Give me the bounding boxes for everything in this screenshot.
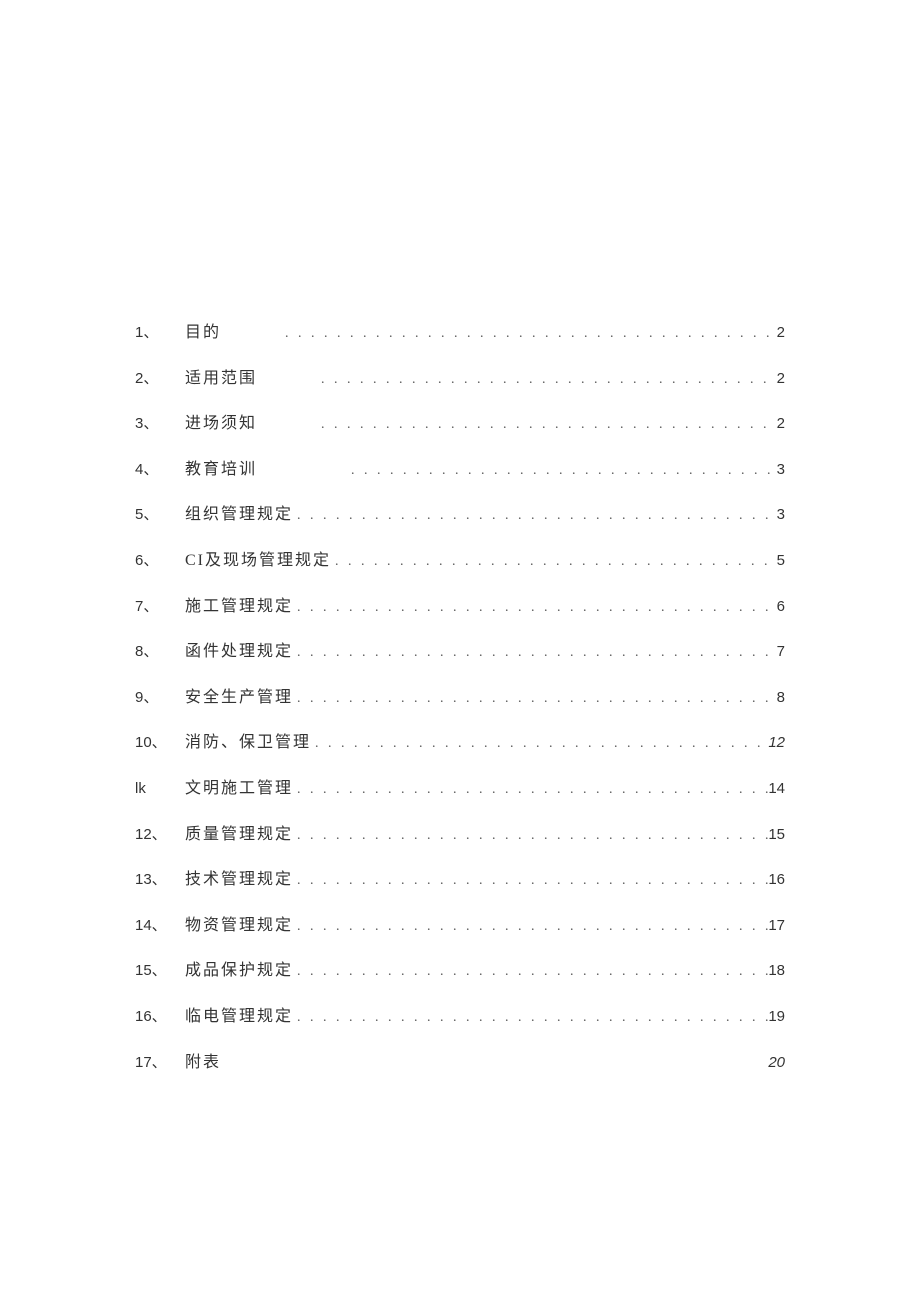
toc-leader-dots: . . . . . . . . . . . . . . . . . . . . … — [281, 323, 777, 345]
toc-entry: 5、组织管理规定. . . . . . . . . . . . . . . . … — [135, 502, 785, 528]
toc-page-number: 8 — [777, 686, 785, 710]
toc-number: 1、 — [135, 321, 185, 345]
toc-page-number: 19 — [768, 1005, 785, 1029]
toc-title: 安全生产管理 — [185, 685, 293, 711]
toc-leader-dots: . . . . . . . . . . . . . . . . . . . . … — [293, 870, 768, 892]
toc-title: 组织管理规定 — [185, 502, 293, 528]
toc-leader-dots: . . . . . . . . . . . . . . . . . . . . … — [293, 961, 768, 983]
toc-number: 15、 — [135, 959, 185, 983]
toc-number: 5、 — [135, 503, 185, 527]
toc-number: 8、 — [135, 640, 185, 664]
toc-number: 10、 — [135, 731, 185, 755]
toc-title: 消防、保卫管理 — [185, 730, 311, 756]
toc-page-number: 2 — [777, 367, 785, 391]
toc-entry: 8、函件处理规定. . . . . . . . . . . . . . . . … — [135, 639, 785, 665]
toc-title: 教育培训 — [185, 457, 317, 483]
toc-entry: 7、施工管理规定. . . . . . . . . . . . . . . . … — [135, 594, 785, 620]
toc-page-number: 18 — [768, 959, 785, 983]
toc-entry: 6、CI及现场管理规定. . . . . . . . . . . . . . .… — [135, 548, 785, 574]
toc-title: 文明施工管理 — [185, 776, 293, 802]
toc-page-number: 12 — [768, 731, 785, 755]
toc-title: 适用范围 — [185, 366, 317, 392]
toc-number: 13、 — [135, 868, 185, 892]
toc-number: 12、 — [135, 823, 185, 847]
toc-page-number: 5 — [777, 549, 785, 573]
toc-entry: 17、附表 20 — [135, 1050, 785, 1076]
toc-number: 9、 — [135, 686, 185, 710]
toc-page-number: 2 — [777, 412, 785, 436]
table-of-contents: 1、目的. . . . . . . . . . . . . . . . . . … — [135, 320, 785, 1095]
toc-number: 17、 — [135, 1051, 185, 1075]
toc-entry: 9、安全生产管理. . . . . . . . . . . . . . . . … — [135, 685, 785, 711]
toc-page-number: 3 — [777, 503, 785, 527]
toc-page-number: 3 — [777, 458, 785, 482]
toc-number: 3、 — [135, 412, 185, 436]
toc-leader-dots: . . . . . . . . . . . . . . . . . . . . … — [293, 825, 768, 847]
toc-entry: 3、进场须知. . . . . . . . . . . . . . . . . … — [135, 411, 785, 437]
toc-page-number: 14 — [768, 777, 785, 801]
toc-number: 16、 — [135, 1005, 185, 1029]
toc-page-number: 2 — [777, 321, 785, 345]
toc-leader-dots: . . . . . . . . . . . . . . . . . . . . … — [331, 551, 777, 573]
toc-leader-dots: . . . . . . . . . . . . . . . . . . . . … — [293, 642, 777, 664]
toc-number: lk — [135, 777, 185, 801]
toc-entry: 2、适用范围. . . . . . . . . . . . . . . . . … — [135, 366, 785, 392]
toc-leader-dots: . . . . . . . . . . . . . . . . . . . . … — [347, 460, 777, 482]
toc-entry: 16、临电管理规定. . . . . . . . . . . . . . . .… — [135, 1004, 785, 1030]
toc-page-number: 20 — [768, 1051, 785, 1075]
toc-title: CI及现场管理规定 — [185, 548, 331, 574]
toc-leader-dots: . . . . . . . . . . . . . . . . . . . . … — [293, 916, 768, 938]
toc-entry: 12、质量管理规定. . . . . . . . . . . . . . . .… — [135, 822, 785, 848]
toc-title: 附表 — [185, 1050, 221, 1076]
toc-title: 临电管理规定 — [185, 1004, 293, 1030]
toc-entry: 10、消防、保卫管理. . . . . . . . . . . . . . . … — [135, 730, 785, 756]
toc-number: 2、 — [135, 367, 185, 391]
toc-entry: 13、技术管理规定. . . . . . . . . . . . . . . .… — [135, 867, 785, 893]
toc-leader-dots: . . . . . . . . . . . . . . . . . . . . … — [293, 1007, 768, 1029]
toc-page-number: 7 — [777, 640, 785, 664]
toc-leader-dots: . . . . . . . . . . . . . . . . . . . . … — [317, 414, 777, 436]
toc-entry: 1、目的. . . . . . . . . . . . . . . . . . … — [135, 320, 785, 346]
toc-leader-dots: . . . . . . . . . . . . . . . . . . . . … — [293, 688, 777, 710]
toc-page-number: 16 — [768, 868, 785, 892]
toc-entry: 15、成品保护规定. . . . . . . . . . . . . . . .… — [135, 958, 785, 984]
toc-leader-dots: . . . . . . . . . . . . . . . . . . . . … — [317, 369, 777, 391]
toc-number: 7、 — [135, 595, 185, 619]
toc-number: 4、 — [135, 458, 185, 482]
toc-leader-dots: . . . . . . . . . . . . . . . . . . . . … — [293, 779, 768, 801]
toc-title: 技术管理规定 — [185, 867, 293, 893]
toc-number: 14、 — [135, 914, 185, 938]
toc-title: 进场须知 — [185, 411, 317, 437]
toc-entry: 14、物资管理规定. . . . . . . . . . . . . . . .… — [135, 913, 785, 939]
toc-page-number: 6 — [777, 595, 785, 619]
toc-entry: lk文明施工管理. . . . . . . . . . . . . . . . … — [135, 776, 785, 802]
toc-title: 物资管理规定 — [185, 913, 293, 939]
toc-number: 6、 — [135, 549, 185, 573]
toc-title: 施工管理规定 — [185, 594, 293, 620]
toc-title: 目的 — [185, 320, 281, 346]
toc-page-number: 15 — [768, 823, 785, 847]
toc-title: 质量管理规定 — [185, 822, 293, 848]
toc-leader-dots: . . . . . . . . . . . . . . . . . . . . … — [293, 505, 777, 527]
toc-title: 函件处理规定 — [185, 639, 293, 665]
toc-leader-dots: . . . . . . . . . . . . . . . . . . . . … — [293, 597, 777, 619]
toc-entry: 4、教育培训 . . . . . . . . . . . . . . . . . … — [135, 457, 785, 483]
toc-leader-dots: . . . . . . . . . . . . . . . . . . . . … — [311, 733, 768, 755]
toc-title: 成品保护规定 — [185, 958, 293, 984]
toc-page-number: 17 — [768, 914, 785, 938]
